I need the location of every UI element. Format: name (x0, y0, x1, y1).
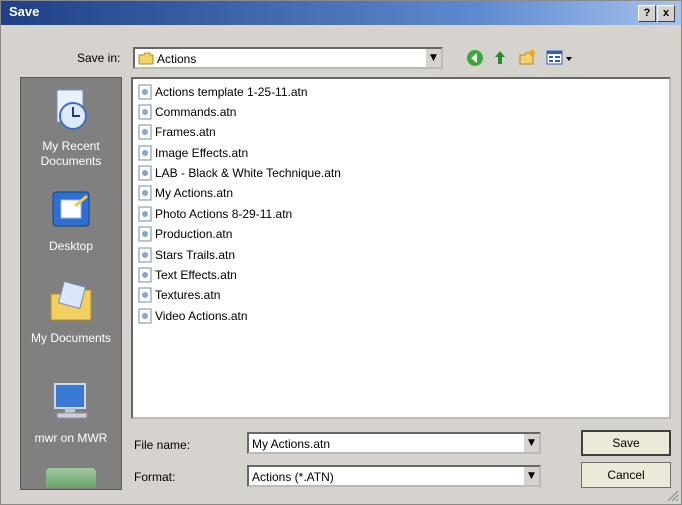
file-name: Image Effects.atn (155, 146, 249, 160)
file-item[interactable]: Video Actions.atn (137, 308, 248, 326)
save-dialog: Save ? x Save in: Actions ▼ My Recent Do… (0, 0, 682, 505)
format-value: Actions (*.ATN) (252, 470, 334, 484)
format-label: Format: (134, 470, 176, 484)
file-name: LAB - Black & White Technique.atn (155, 166, 341, 180)
file-name: My Actions.atn (155, 186, 234, 200)
file-name: Text Effects.atn (155, 268, 237, 282)
desktop-icon (52, 191, 90, 227)
resize-grip-icon[interactable] (665, 488, 679, 502)
place-label: Desktop (48, 239, 94, 253)
places-more-item-partial[interactable] (46, 468, 96, 488)
format-dropdown[interactable]: Actions (*.ATN) ▼ (247, 465, 541, 487)
chevron-down-icon[interactable]: ▼ (523, 467, 539, 485)
file-name: Production.atn (155, 227, 233, 241)
view-menu-icon[interactable] (546, 49, 574, 67)
file-item[interactable]: Actions template 1-25-11.atn (137, 84, 308, 102)
place-label: My Recent Documents (40, 139, 102, 168)
action-file-icon (138, 185, 152, 201)
back-icon[interactable] (466, 49, 484, 67)
up-folder-icon[interactable] (491, 49, 509, 67)
file-item[interactable]: Text Effects.atn (137, 267, 237, 285)
action-file-icon (138, 206, 152, 222)
file-name: Photo Actions 8-29-11.atn (155, 207, 293, 221)
place-my-computer[interactable]: mwr on MWR (21, 378, 121, 445)
place-desktop[interactable]: Desktop (21, 186, 121, 253)
file-item[interactable]: LAB - Black & White Technique.atn (137, 165, 341, 183)
title-bar[interactable]: Save ? x (1, 1, 681, 25)
file-item[interactable]: Stars Trails.atn (137, 247, 235, 265)
chevron-down-icon[interactable]: ▼ (523, 434, 539, 452)
file-item[interactable]: Commands.atn (137, 104, 236, 122)
file-list[interactable]: Actions template 1-25-11.atn Commands.at… (131, 77, 671, 419)
save-in-label: Save in: (77, 51, 121, 65)
place-label: mwr on MWR (34, 431, 108, 445)
file-name: Commands.atn (155, 105, 237, 119)
action-file-icon (138, 84, 152, 100)
file-name: Stars Trails.atn (155, 248, 236, 262)
places-bar: My Recent Documents Desktop My Documents (20, 77, 122, 490)
my-computer-icon (54, 383, 88, 419)
file-name-label: File name: (134, 438, 191, 452)
action-file-icon (138, 145, 152, 161)
chevron-down-icon[interactable]: ▼ (425, 49, 441, 67)
place-my-documents[interactable]: My Documents (21, 278, 121, 345)
new-folder-icon[interactable] (518, 49, 536, 67)
my-documents-icon (50, 280, 92, 321)
file-item[interactable]: Frames.atn (137, 124, 216, 142)
place-label: My Documents (30, 331, 112, 345)
action-file-icon (138, 267, 152, 283)
file-item[interactable]: Textures.atn (137, 287, 220, 305)
help-button[interactable]: ? (638, 5, 656, 22)
save-in-value: Actions (157, 52, 197, 66)
close-button[interactable]: x (657, 5, 675, 22)
dialog-title: Save (9, 4, 40, 19)
action-file-icon (138, 247, 152, 263)
file-name: Video Actions.atn (155, 309, 248, 323)
action-file-icon (138, 165, 152, 181)
file-name: Textures.atn (155, 288, 221, 302)
file-name: Actions template 1-25-11.atn (155, 85, 308, 99)
file-item[interactable]: Image Effects.atn (137, 145, 248, 163)
action-file-icon (138, 226, 152, 242)
save-button[interactable]: Save (581, 430, 671, 456)
file-item[interactable]: Production.atn (137, 226, 232, 244)
file-item[interactable]: Photo Actions 8-29-11.atn (137, 206, 292, 224)
cancel-button[interactable]: Cancel (581, 462, 671, 488)
action-file-icon (138, 287, 152, 303)
place-recent-documents[interactable]: My Recent Documents (21, 86, 121, 169)
recent-documents-icon (56, 89, 87, 130)
file-name-input[interactable]: My Actions.atn ▼ (247, 432, 541, 454)
file-name: Frames.atn (155, 125, 216, 139)
folder-icon (138, 52, 154, 65)
action-file-icon (138, 104, 152, 120)
action-file-icon (138, 124, 152, 140)
file-name-value: My Actions.atn (252, 437, 331, 451)
file-item[interactable]: My Actions.atn (137, 185, 233, 203)
save-in-dropdown[interactable]: Actions ▼ (133, 47, 443, 69)
action-file-icon (138, 308, 152, 324)
